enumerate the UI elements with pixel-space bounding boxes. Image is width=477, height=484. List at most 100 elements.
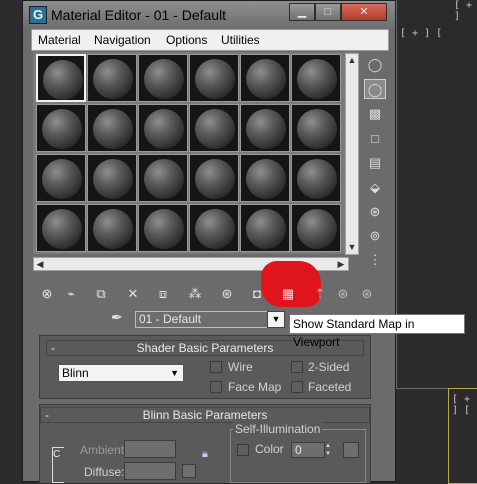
spinner-arrows-icon[interactable]: ▲ ▼ <box>325 442 333 458</box>
ambient-label: Ambient: <box>80 443 128 457</box>
sample-slot[interactable] <box>189 204 239 252</box>
options-button[interactable]: ⊛ <box>364 202 386 222</box>
reset-map-button[interactable]: ✕ <box>123 284 143 304</box>
go-to-parent-button[interactable]: ⊛ <box>333 284 353 304</box>
material-sphere-preview <box>144 59 184 99</box>
two-sided-label: 2-Sided <box>308 360 350 374</box>
close-button[interactable]: ✕ <box>341 3 387 21</box>
put-to-library-button[interactable]: ⁂ <box>185 284 205 304</box>
sample-slot[interactable] <box>189 154 239 202</box>
sample-slot[interactable] <box>87 104 137 152</box>
make-unique-button[interactable]: ⧈ <box>153 284 173 304</box>
menu-material[interactable]: Material <box>38 33 81 47</box>
backlight-button[interactable]: ◯ <box>364 79 386 99</box>
sample-slot[interactable] <box>138 154 188 202</box>
face-map-checkbox[interactable] <box>210 381 222 393</box>
sample-slot[interactable] <box>291 104 341 152</box>
ambient-diffuse-lock-button[interactable]: C <box>52 447 64 483</box>
get-material-button[interactable]: ⊗ <box>37 284 57 304</box>
sample-slot[interactable] <box>87 204 137 252</box>
material-sphere-preview <box>42 159 82 199</box>
self-illum-spinner[interactable]: 0 <box>291 442 325 458</box>
sample-slot[interactable] <box>138 54 188 102</box>
put-to-scene-button[interactable]: ⌁ <box>61 284 81 304</box>
scroll-right-arrow-icon[interactable]: ▶ <box>335 258 347 270</box>
material-sphere-preview <box>43 60 83 100</box>
go-to-parent-icon: ⊛ <box>337 286 349 301</box>
sample-type-button[interactable]: ◯ <box>364 55 386 75</box>
diffuse-color-swatch[interactable] <box>124 462 176 480</box>
sample-slot[interactable] <box>189 104 239 152</box>
select-by-material-button[interactable]: ⊚ <box>364 226 386 246</box>
make-preview-button[interactable]: ⬙ <box>364 178 386 198</box>
sample-slot[interactable] <box>36 204 86 252</box>
show-standard-map-icon: ▦ <box>281 286 295 301</box>
material-sphere-preview <box>144 159 184 199</box>
blinn-basic-parameters-header[interactable]: - Blinn Basic Parameters <box>40 407 370 423</box>
sample-slot[interactable] <box>138 204 188 252</box>
sample-uv-tiling-icon: □ <box>371 131 379 146</box>
material-sphere-preview <box>144 209 184 249</box>
sample-slot[interactable] <box>240 204 290 252</box>
show-standard-map-button[interactable]: ▦ <box>278 284 298 304</box>
minimize-button[interactable]: ▁ <box>289 3 315 21</box>
viewport-label-bottom[interactable]: [ + ] [ <box>452 394 477 416</box>
maximize-button[interactable]: □ <box>315 3 341 21</box>
sample-slot[interactable] <box>240 104 290 152</box>
sample-slot[interactable] <box>138 104 188 152</box>
sample-slot[interactable] <box>87 54 137 102</box>
material-sphere-preview <box>195 109 235 149</box>
assign-to-selection-button[interactable]: ⧉ <box>91 284 111 304</box>
self-illum-map-button[interactable] <box>343 442 359 458</box>
two-sided-checkbox[interactable] <box>291 361 303 373</box>
material-map-navigator-button[interactable]: ⋮ <box>364 250 386 270</box>
pick-material-eyedropper-icon[interactable]: ✒ <box>111 309 129 329</box>
sample-slot[interactable] <box>87 154 137 202</box>
background-button[interactable]: ▩ <box>364 104 386 124</box>
wire-checkbox[interactable] <box>210 361 222 373</box>
lock-icon[interactable]: 🔒︎ <box>202 448 208 461</box>
material-sphere-preview <box>246 59 286 99</box>
sample-slot[interactable] <box>240 54 290 102</box>
shader-type-select[interactable]: Blinn ▼ <box>58 364 184 382</box>
sample-slot[interactable] <box>291 204 341 252</box>
menu-utilities[interactable]: Utilities <box>221 33 260 47</box>
sample-slot[interactable] <box>291 154 341 202</box>
material-sphere-preview <box>93 59 133 99</box>
scroll-left-arrow-icon[interactable]: ◀ <box>34 258 46 270</box>
faceted-checkbox[interactable] <box>291 381 303 393</box>
menu-options[interactable]: Options <box>166 33 207 47</box>
scroll-up-arrow-icon[interactable]: ▲ <box>346 54 358 66</box>
select-by-material-icon: ⊚ <box>369 228 381 243</box>
sample-slot[interactable] <box>36 154 86 202</box>
material-name-field[interactable]: 01 - Default <box>135 311 269 328</box>
close-icon: ✕ <box>359 6 369 18</box>
video-color-check-button[interactable]: ▤ <box>364 153 386 173</box>
sample-slot[interactable] <box>189 54 239 102</box>
sample-slot[interactable] <box>36 104 86 152</box>
scroll-down-arrow-icon[interactable]: ▼ <box>346 241 358 253</box>
viewport-label-left[interactable]: [ + ] [ <box>400 28 442 39</box>
faceted-label: Faceted <box>308 380 352 394</box>
material-sphere-preview <box>246 159 286 199</box>
material-effects-channel-button[interactable]: ⊛ <box>217 284 237 304</box>
chevron-down-icon: ▼ <box>170 368 179 378</box>
app-icon: G <box>29 6 47 24</box>
sample-slot[interactable] <box>291 54 341 102</box>
sample-slot[interactable] <box>36 54 86 102</box>
show-shaded-material-button[interactable]: ◘ <box>247 284 267 304</box>
show-end-result-button[interactable]: ⇡ <box>310 284 330 304</box>
backlight-icon: ◯ <box>367 82 383 97</box>
self-illum-color-checkbox[interactable] <box>237 444 249 456</box>
sample-slot[interactable] <box>240 154 290 202</box>
sample-slots-vertical-scrollbar[interactable]: ▲ ▼ <box>345 53 359 255</box>
menu-navigation[interactable]: Navigation <box>94 33 151 47</box>
sample-uv-tiling-button[interactable]: □ <box>364 129 386 149</box>
material-type-dropdown-button[interactable]: ▼ <box>267 311 285 328</box>
title-bar: G Material Editor - 01 - Default ▁ □ ✕ <box>23 1 395 29</box>
material-sphere-preview <box>246 209 286 249</box>
material-sphere-preview <box>144 109 184 149</box>
go-forward-to-sibling-button[interactable]: ⊛ <box>357 284 377 304</box>
ambient-color-swatch[interactable] <box>124 440 176 458</box>
diffuse-map-button[interactable] <box>182 464 196 478</box>
